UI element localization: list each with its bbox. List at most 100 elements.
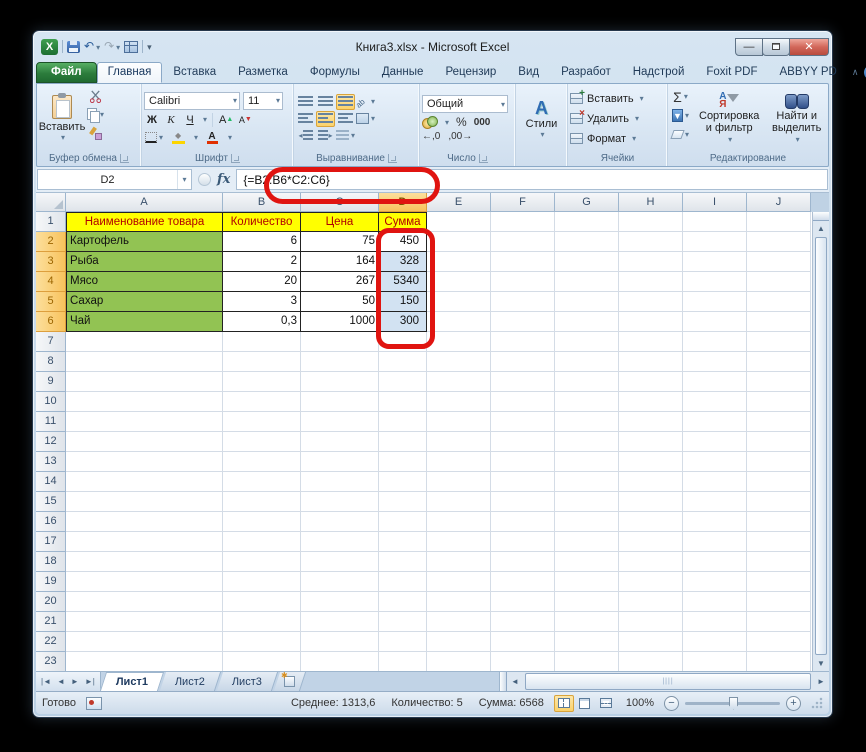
cell-A6[interactable]: Чай [66,312,223,332]
cell-J12[interactable] [747,432,811,452]
cell-D15[interactable] [379,492,427,512]
cell-J6[interactable] [747,312,811,332]
format-cells-button[interactable]: Формат ▾ [570,129,665,148]
cell-C7[interactable] [301,332,379,352]
fill-color-icon[interactable]: ◆ [170,130,186,146]
cell-J14[interactable] [747,472,811,492]
orientation-icon[interactable]: ▾ [356,94,375,110]
column-header-G[interactable]: G [555,193,619,212]
cell-I1[interactable] [683,212,747,232]
cell-E11[interactable] [427,412,491,432]
cell-E13[interactable] [427,452,491,472]
scroll-right-icon[interactable]: ► [813,677,829,686]
cell-D20[interactable] [379,592,427,612]
cell-B21[interactable] [223,612,301,632]
cell-G3[interactable] [555,252,619,272]
cell-B7[interactable] [223,332,301,352]
bold-button[interactable]: Ж [144,112,160,128]
column-header-F[interactable]: F [491,193,555,212]
cell-F19[interactable] [491,572,555,592]
cell-A21[interactable] [66,612,223,632]
cell-C4[interactable]: 267 [301,272,379,292]
cell-G22[interactable] [555,632,619,652]
font-name-combo[interactable]: Calibri ▾ [144,91,240,110]
grow-font-button[interactable]: А ▲ [218,112,234,128]
column-header-I[interactable]: I [683,193,747,212]
row-header-14[interactable]: 14 [36,472,66,492]
cell-H16[interactable] [619,512,683,532]
cell-J4[interactable] [747,272,811,292]
font-color-icon[interactable]: А [204,130,220,146]
cell-H10[interactable] [619,392,683,412]
align-left-icon[interactable] [296,111,315,127]
row-header-19[interactable]: 19 [36,572,66,592]
cell-F2[interactable] [491,232,555,252]
cell-I12[interactable] [683,432,747,452]
cell-C8[interactable] [301,352,379,372]
align-center-icon[interactable] [316,110,335,127]
cell-B6[interactable]: 0,3 [223,312,301,332]
cell-D5[interactable]: 150 [379,292,427,312]
cell-B10[interactable] [223,392,301,412]
cell-C5[interactable]: 50 [301,292,379,312]
cell-C22[interactable] [301,632,379,652]
percent-style-icon[interactable]: % [456,115,467,129]
cell-I6[interactable] [683,312,747,332]
cell-D11[interactable] [379,412,427,432]
cell-J23[interactable] [747,652,811,671]
zoom-level[interactable]: 100% [626,697,654,709]
shrink-font-button[interactable]: А ▼ [237,112,253,128]
cell-J7[interactable] [747,332,811,352]
cell-H12[interactable] [619,432,683,452]
cell-A7[interactable] [66,332,223,352]
cell-A18[interactable] [66,552,223,572]
cell-E3[interactable] [427,252,491,272]
cell-B14[interactable] [223,472,301,492]
cell-E22[interactable] [427,632,491,652]
clear-icon[interactable]: ▾ [670,127,689,142]
cell-J19[interactable] [747,572,811,592]
cell-I14[interactable] [683,472,747,492]
cell-C14[interactable] [301,472,379,492]
cell-H18[interactable] [619,552,683,572]
merge-center-icon[interactable]: ▾ [356,111,375,127]
page-layout-view-button[interactable] [575,695,595,712]
cell-B20[interactable] [223,592,301,612]
select-all-corner[interactable] [36,193,66,212]
accounting-format-icon[interactable] [422,116,438,129]
cut-icon[interactable] [87,89,104,104]
cell-F10[interactable] [491,392,555,412]
cell-I15[interactable] [683,492,747,512]
cell-J15[interactable] [747,492,811,512]
cell-C18[interactable] [301,552,379,572]
cell-G11[interactable] [555,412,619,432]
name-box[interactable]: D2 ▾ [37,169,192,190]
cell-C11[interactable] [301,412,379,432]
row-header-4[interactable]: 4 [36,272,66,292]
comma-style-icon[interactable]: 000 [474,117,491,128]
cell-I3[interactable] [683,252,747,272]
cell-J1[interactable] [747,212,811,232]
cell-A15[interactable] [66,492,223,512]
cell-B17[interactable] [223,532,301,552]
italic-button[interactable]: К [163,112,179,128]
cell-E15[interactable] [427,492,491,512]
cell-A13[interactable] [66,452,223,472]
cell-I7[interactable] [683,332,747,352]
align-bottom-icon[interactable] [336,93,355,110]
cell-B19[interactable] [223,572,301,592]
row-header-17[interactable]: 17 [36,532,66,552]
align-top-icon[interactable] [296,94,315,110]
cell-F8[interactable] [491,352,555,372]
cell-H17[interactable] [619,532,683,552]
decrease-indent-icon[interactable]: ◂ [296,128,315,144]
cell-D16[interactable] [379,512,427,532]
cell-G12[interactable] [555,432,619,452]
find-select-button[interactable]: Найти и выделить ▾ [767,86,826,151]
cell-J3[interactable] [747,252,811,272]
cell-A3[interactable]: Рыба [66,252,223,272]
styles-button[interactable]: А Стили ▾ [518,86,565,151]
ribbon-tab-главная[interactable]: Главная [96,62,163,83]
cell-A16[interactable] [66,512,223,532]
cell-G10[interactable] [555,392,619,412]
